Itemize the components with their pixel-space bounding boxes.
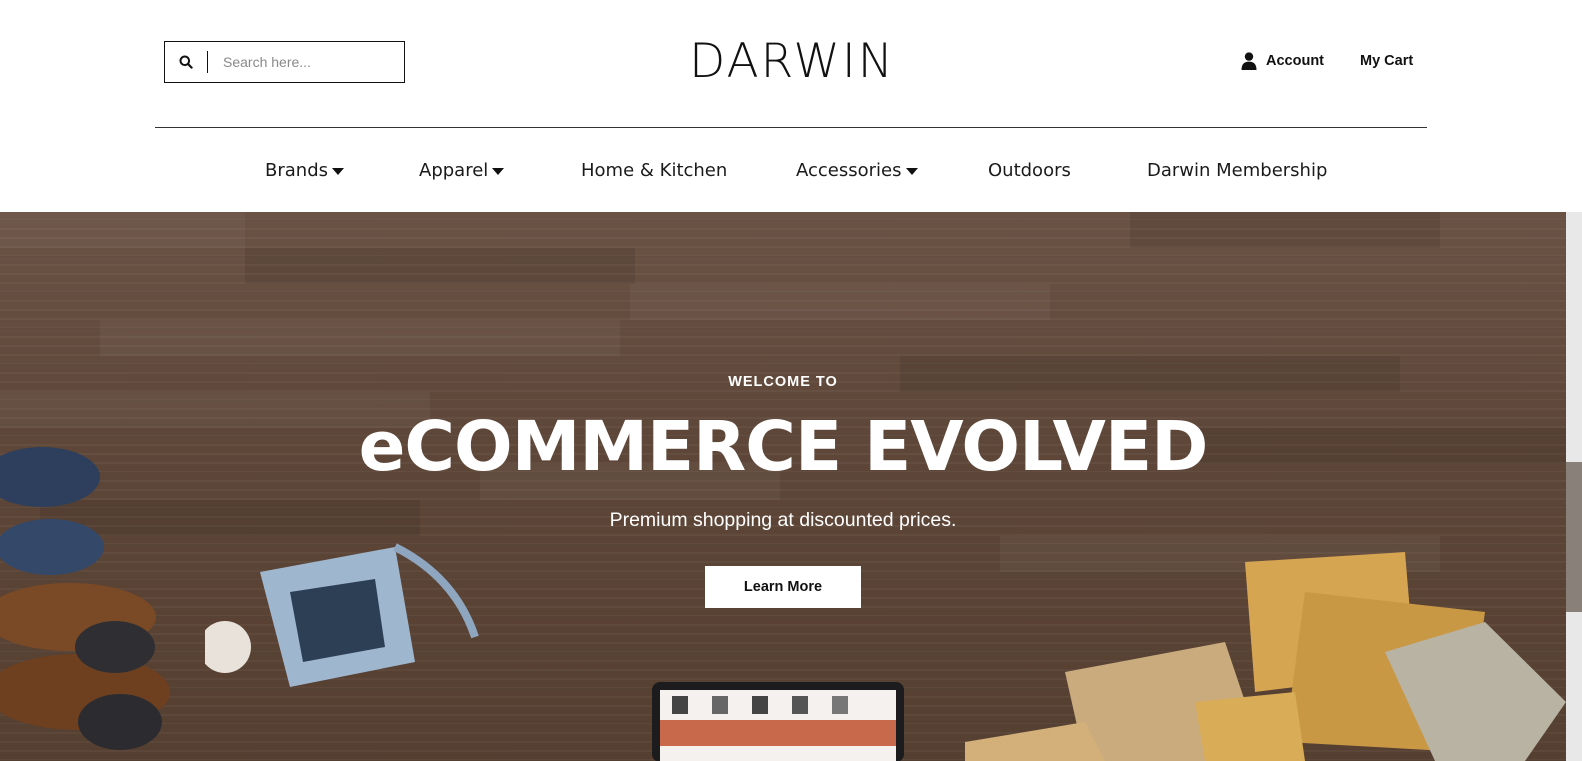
hero-headline: eCOMMERCE EVOLVED — [358, 407, 1209, 487]
learn-more-button[interactable]: Learn More — [705, 566, 861, 608]
search-box[interactable] — [164, 41, 405, 83]
nav-item-home-kitchen[interactable]: Home & Kitchen — [581, 156, 727, 184]
caret-down-icon — [492, 167, 505, 175]
site-logo[interactable]: DARWIN — [686, 36, 898, 88]
hero-tagline: Premium shopping at discounted prices. — [609, 509, 957, 531]
search-icon[interactable] — [165, 42, 207, 82]
boxes-image — [965, 552, 1566, 761]
nav-label: Accessories — [796, 159, 902, 181]
nav-label: Darwin Membership — [1147, 159, 1328, 181]
nav-item-accessories[interactable]: Accessories — [796, 156, 918, 184]
nav-label: Brands — [265, 159, 328, 181]
hero-eyebrow: WELCOME TO — [728, 374, 838, 390]
nav-label: Apparel — [419, 159, 489, 181]
site-header: DARWIN Account My Cart — [0, 0, 1582, 129]
nav-item-outdoors[interactable]: Outdoors — [988, 156, 1071, 184]
cart-link[interactable]: My Cart — [1360, 50, 1413, 72]
main-nav: Brands Apparel Home & Kitchen Accessorie… — [0, 128, 1582, 212]
account-link[interactable]: Account — [1241, 50, 1324, 72]
nav-label: Outdoors — [988, 159, 1071, 181]
nav-item-apparel[interactable]: Apparel — [419, 156, 505, 184]
laptop-image — [652, 682, 904, 761]
scrollbar-edge — [1566, 462, 1582, 612]
bag-image — [205, 543, 479, 687]
scrollbar-track[interactable] — [1566, 212, 1582, 761]
account-label: Account — [1266, 53, 1324, 69]
logo-text: DARWIN — [689, 34, 895, 89]
caret-down-icon — [332, 167, 344, 175]
nav-label: Home & Kitchen — [581, 159, 728, 181]
hero-banner: WELCOME TO eCOMMERCE EVOLVED Premium sho… — [0, 212, 1566, 761]
user-icon — [1241, 52, 1257, 70]
search-input[interactable] — [208, 42, 404, 82]
caret-down-icon — [905, 167, 918, 175]
learn-more-label: Learn More — [743, 579, 823, 595]
nav-item-darwin-membership[interactable]: Darwin Membership — [1147, 156, 1327, 184]
nav-item-brands[interactable]: Brands — [265, 156, 344, 184]
cart-label: My Cart — [1360, 53, 1414, 69]
